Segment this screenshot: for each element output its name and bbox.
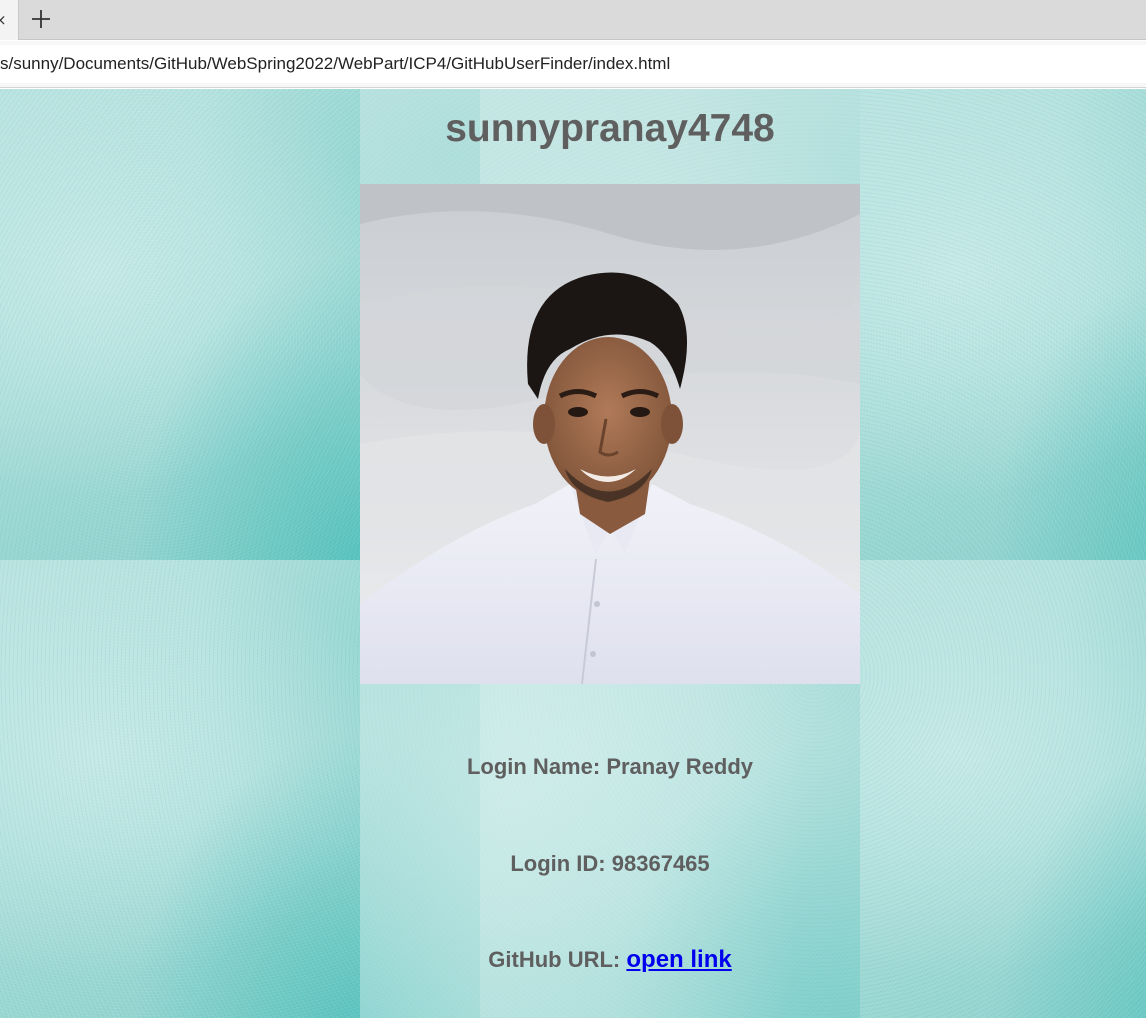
tab-close-icon[interactable]: × <box>0 0 19 40</box>
address-bar: s/sunny/Documents/GitHub/WebSpring2022/W… <box>0 41 1146 88</box>
avatar-photo <box>360 184 860 684</box>
avatar <box>360 184 860 684</box>
login-name-row: Login Name: Pranay Reddy <box>360 753 860 781</box>
github-open-link[interactable]: open link <box>626 946 731 973</box>
page-viewport: sunnypranay4748 Login Name: Pranay Reddy… <box>0 89 1146 1018</box>
login-id-row: Login ID: 98367465 <box>360 850 860 878</box>
github-url-label: GitHub URL: <box>488 947 621 972</box>
github-url-row: GitHub URL: open link <box>360 946 860 974</box>
username-heading: sunnypranay4748 <box>445 107 775 150</box>
login-id-label: Login ID: <box>510 851 606 876</box>
login-name-value: Pranay Reddy <box>606 754 754 779</box>
login-id-value: 98367465 <box>611 851 710 876</box>
background-tile <box>860 560 1146 1018</box>
background-tile <box>860 89 1146 560</box>
login-name-label: Login Name: <box>466 754 601 779</box>
plus-icon <box>32 10 50 28</box>
new-tab-button[interactable] <box>28 6 54 32</box>
url-input[interactable]: s/sunny/Documents/GitHub/WebSpring2022/W… <box>0 45 1146 83</box>
tab-strip: × <box>0 0 1146 40</box>
